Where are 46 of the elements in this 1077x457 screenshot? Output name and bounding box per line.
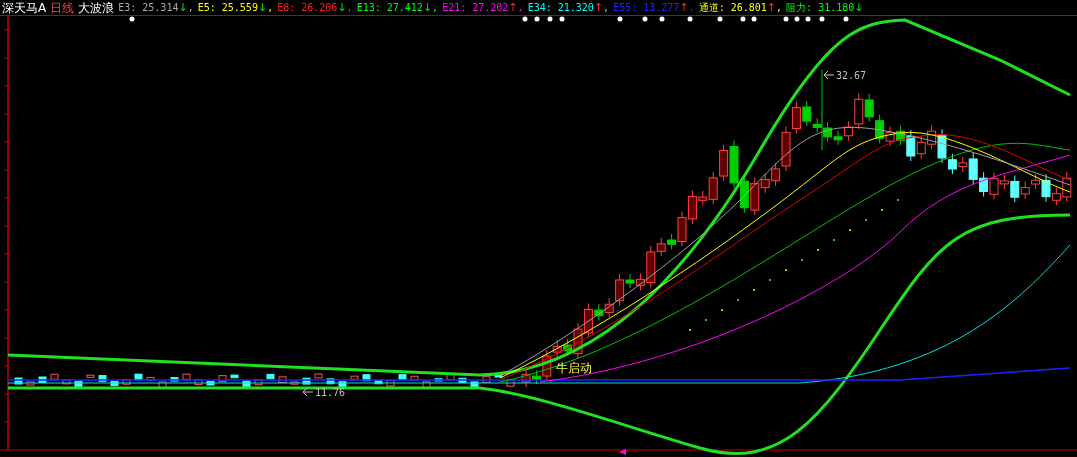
signal-label: 牛启动 [556,361,592,375]
separator: , [267,0,274,15]
candlestick [791,101,801,135]
trend-arrow: ↓ [854,0,864,15]
trend-arrow: ↓ [257,0,268,15]
trend-arrow: ↓ [178,0,188,15]
candlestick [885,126,895,147]
stock-name: 深天马A [2,0,47,15]
indicator-value: 通道: 26.801 [698,0,767,15]
candlestick [521,367,531,388]
candlestick [729,140,739,189]
low-price-label: 11.76 [315,387,346,398]
separator: , [776,0,783,15]
indicator-value: E55: 13.277 [613,0,680,15]
indicator-value: E3: 25.314 [118,0,179,15]
indicator-value: E21: 27.202 [442,0,509,15]
indicator-value: E5: 25.559 [197,0,258,15]
separator: , [517,0,524,15]
arrow-icon [823,70,835,80]
separator: , [603,0,610,15]
candlestick [864,93,874,123]
separator: , [432,0,439,15]
separator: , [187,0,194,15]
trend-arrow: ↑ [508,0,518,15]
trend-arrow: ↑ [766,0,777,15]
arrow-icon [302,387,314,397]
candlestick [927,124,937,150]
separator: , [688,0,695,15]
high-price-label: 32.67 [836,70,867,81]
candlestick [916,135,926,160]
indicator-value: 阻力: 31.180 [786,0,855,15]
indicator-value: E13: 27.412 [356,0,423,15]
candlestick [719,144,729,182]
indicator-value: E8: 26.206 [277,0,338,15]
candlestick [833,130,843,146]
trend-arrow: ↓ [422,0,433,15]
separator: , [346,0,353,15]
indicator-value: E34: 21.320 [527,0,594,15]
trend-arrow: ↑ [593,0,604,15]
candlestick [979,171,989,197]
marker-icon [619,449,626,455]
period-label: 日线 [50,0,75,15]
indicator-name: 大波浪 [78,0,115,15]
candlestick [875,114,885,144]
trend-arrow: ↓ [337,0,347,15]
trend-arrow: ↑ [679,0,689,15]
